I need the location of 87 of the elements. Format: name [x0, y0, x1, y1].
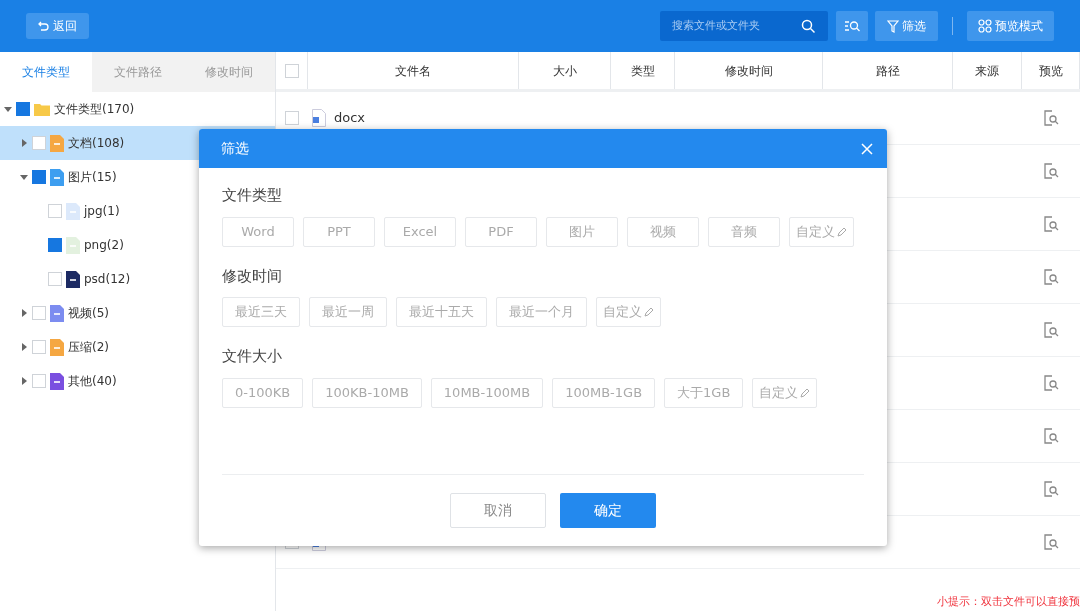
filter-option[interactable]: 自定义: [789, 216, 854, 247]
filter-option[interactable]: PPT: [303, 216, 375, 247]
tree-label: 视频(5): [68, 305, 109, 322]
filter-option[interactable]: 大于1GB: [664, 377, 744, 408]
filter-icon: [887, 19, 899, 33]
tree-item[interactable]: 文件类型(170): [0, 92, 275, 126]
caret-icon[interactable]: [20, 377, 28, 385]
column-header[interactable]: 路径: [823, 52, 953, 89]
preview-icon[interactable]: [1043, 110, 1059, 126]
preview-icon[interactable]: [1043, 375, 1059, 391]
filter-option[interactable]: 10MB-100MB: [430, 377, 544, 408]
filter-option[interactable]: Word: [222, 216, 294, 247]
search-field[interactable]: 搜索文件或文件夹: [672, 17, 801, 35]
filter-option[interactable]: 视频: [627, 216, 699, 247]
filter-option[interactable]: 最近十五天: [396, 297, 487, 327]
section-title: 修改时间: [222, 265, 283, 287]
column-header[interactable]: 大小: [519, 52, 611, 89]
checkbox[interactable]: [48, 238, 62, 252]
column-header[interactable]: 类型: [611, 52, 675, 89]
caret-icon[interactable]: [20, 343, 28, 351]
advanced-search-button[interactable]: [836, 11, 868, 41]
preview-icon[interactable]: [1043, 428, 1059, 444]
tree-label: jpg(1): [84, 203, 120, 220]
pencil-icon: [644, 307, 654, 317]
tree-label: 文档(108): [68, 135, 125, 152]
file-icon: [50, 168, 64, 186]
column-header[interactable]: 修改时间: [675, 52, 823, 89]
filter-option[interactable]: 音频: [708, 216, 780, 247]
caret-icon[interactable]: [4, 105, 12, 113]
preview-icon[interactable]: [1043, 269, 1059, 285]
column-header[interactable]: 文件名: [308, 52, 519, 89]
confirm-button[interactable]: 确定: [560, 493, 656, 528]
file-icon: [66, 270, 80, 288]
checkbox[interactable]: [32, 170, 46, 184]
tree-label: 其他(40): [68, 373, 117, 390]
section-title: 文件大小: [222, 346, 283, 367]
back-button[interactable]: 返回: [26, 13, 89, 39]
grid-icon: [978, 19, 992, 33]
tree-label: 压缩(2): [68, 339, 109, 356]
file-icon: [50, 372, 64, 390]
preview-icon[interactable]: [1043, 163, 1059, 179]
filter-option[interactable]: 图片: [546, 216, 618, 247]
filter-option[interactable]: 自定义: [596, 297, 661, 327]
filter-button[interactable]: 筛选: [875, 11, 938, 41]
preview-mode-button[interactable]: 预览模式: [967, 11, 1054, 41]
preview-icon[interactable]: [1043, 216, 1059, 232]
filter-option[interactable]: 0-100KB: [222, 377, 304, 408]
section-title: 文件类型: [222, 185, 283, 206]
file-icon: [50, 338, 64, 356]
document-icon: [312, 109, 326, 127]
file-name: docx: [334, 109, 366, 128]
tree-label: 文件类型(170): [54, 101, 135, 118]
filter-option[interactable]: 最近三天: [222, 297, 300, 327]
undo-icon: [38, 20, 49, 32]
filter-option[interactable]: 100MB-1GB: [552, 377, 656, 408]
file-icon: [66, 202, 80, 220]
search-bar[interactable]: 搜索文件或文件夹: [660, 11, 828, 41]
search-icon[interactable]: [801, 18, 816, 34]
caret-icon[interactable]: [20, 309, 28, 317]
file-icon: [50, 134, 64, 152]
filter-option[interactable]: 自定义: [752, 377, 818, 408]
cancel-button[interactable]: 取消: [450, 493, 546, 528]
filter-option[interactable]: Excel: [384, 216, 456, 247]
file-icon: [66, 236, 80, 254]
folder-icon: [34, 102, 50, 116]
pencil-icon: [837, 226, 847, 237]
dialog-title: 筛选: [221, 139, 249, 158]
checkbox[interactable]: [16, 102, 30, 116]
close-icon[interactable]: [861, 142, 873, 155]
sidebar-tab[interactable]: 文件路径: [91, 52, 184, 92]
list-search-icon: [844, 19, 860, 33]
tree-label: 图片(15): [68, 169, 117, 186]
filter-option[interactable]: PDF: [465, 216, 537, 247]
column-header[interactable]: 来源: [953, 52, 1022, 89]
caret-icon[interactable]: [20, 173, 28, 181]
preview-icon[interactable]: [1043, 322, 1059, 338]
pencil-icon: [800, 387, 811, 398]
sidebar-tab[interactable]: 修改时间: [183, 52, 275, 92]
hint-text: 小提示：双击文件可以直接预: [937, 593, 1080, 610]
file-icon: [50, 304, 64, 322]
tree-label: png(2): [84, 237, 124, 254]
preview-icon[interactable]: [1043, 481, 1059, 497]
tree-label: psd(12): [84, 271, 131, 288]
caret-icon[interactable]: [20, 139, 28, 147]
filter-option[interactable]: 100KB-10MB: [312, 377, 422, 408]
column-header[interactable]: 预览: [1022, 52, 1080, 89]
preview-icon[interactable]: [1043, 534, 1059, 550]
